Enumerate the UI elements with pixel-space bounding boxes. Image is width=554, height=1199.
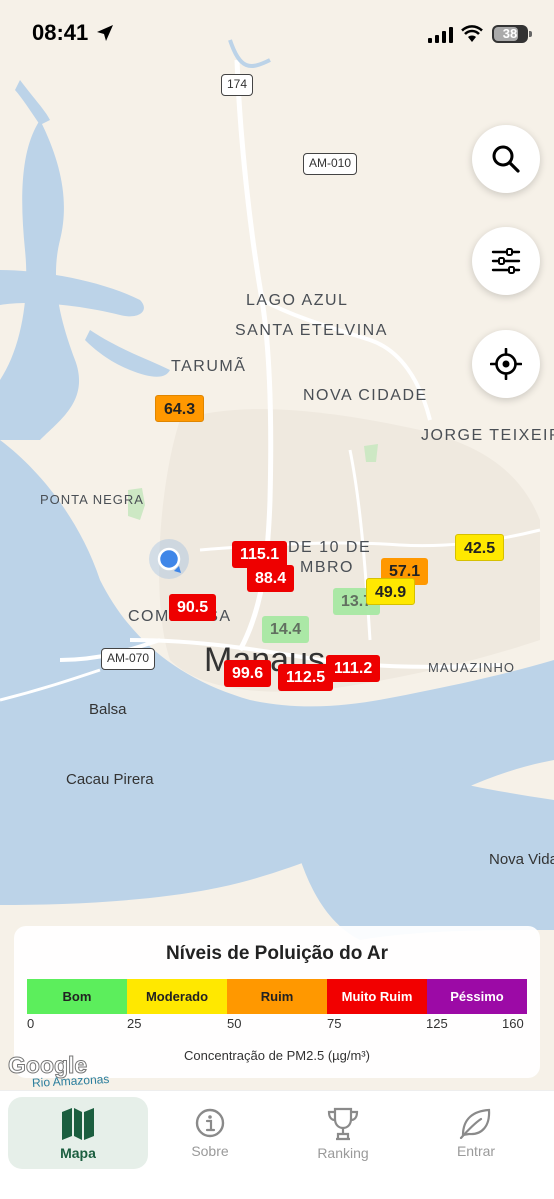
status-time: 08:41 — [32, 20, 89, 45]
area-label-lago-azul: LAGO AZUL — [246, 292, 349, 309]
my-location-icon — [490, 348, 522, 380]
aqi-marker[interactable]: 112.5 — [278, 664, 334, 691]
battery-level: 38 — [502, 26, 518, 41]
legend-title: Níveis de Poluição do Ar — [165, 943, 389, 964]
tab-label: Mapa — [60, 1145, 96, 1161]
area-label-10-de-novembro-line2: MBRO — [300, 559, 354, 576]
aqi-marker[interactable]: 14.4 — [262, 616, 310, 643]
tab-label: Entrar — [456, 1143, 496, 1159]
leaf-icon — [459, 1108, 491, 1139]
my-location-button[interactable] — [472, 330, 540, 398]
user-location-dot[interactable] — [148, 538, 190, 580]
tab-label: Sobre — [191, 1143, 229, 1159]
info-icon — [195, 1108, 225, 1138]
legend-tick: 50 — [227, 1016, 242, 1031]
wifi-icon — [461, 25, 483, 42]
place-label-nova-vida: Nova Vida — [489, 851, 554, 868]
area-label-taruma: TARUMÃ — [171, 358, 247, 375]
aqi-marker[interactable]: 88.4 — [247, 565, 295, 592]
tab-label: Ranking — [317, 1145, 369, 1161]
search-icon — [492, 145, 520, 173]
road-shield-am010: AM-010 — [303, 153, 358, 175]
place-label-balsa: Balsa — [89, 701, 127, 718]
area-label-10-de-novembro-line1: DE 10 DE — [288, 539, 372, 556]
area-label-santa-etelvina: SANTA ETELVINA — [235, 322, 388, 339]
battery-nub — [529, 31, 532, 37]
filter-sliders-icon — [491, 248, 521, 274]
search-button[interactable] — [472, 125, 540, 193]
legend-unit-note: Concentração de PM2.5 (µg/m³) — [184, 1048, 370, 1063]
aqi-marker[interactable]: 111.2 — [326, 655, 381, 682]
area-label-ponta-negra: PONTA NEGRA — [40, 492, 144, 507]
legend-level-muito-ruim: Muito Ruim — [327, 979, 427, 1014]
road-shield-174: 174 — [221, 74, 254, 96]
battery-indicator: 38 — [492, 25, 528, 43]
legend-scale: Bom Moderado Ruim Muito Ruim Péssimo — [27, 979, 527, 1014]
area-label-nova-cidade: NOVA CIDADE — [303, 387, 428, 404]
map-icon — [62, 1108, 94, 1140]
pollution-legend: Níveis de Poluição do Ar Bom Moderado Ru… — [14, 926, 540, 1078]
legend-level-moderado: Moderado — [127, 979, 227, 1014]
tab-entrar[interactable]: Entrar — [406, 1097, 546, 1169]
area-label-jorge-teixeira: JORGE TEIXEIRA — [421, 427, 554, 444]
tab-ranking[interactable]: Ranking — [273, 1097, 413, 1169]
road-shield-am070: AM-070 — [101, 648, 156, 670]
aqi-marker[interactable]: 49.9 — [366, 578, 416, 605]
legend-tick: 0 — [27, 1016, 35, 1031]
tab-sobre[interactable]: Sobre — [140, 1097, 280, 1169]
legend-tick: 25 — [127, 1016, 142, 1031]
legend-level-ruim: Ruim — [227, 979, 327, 1014]
aqi-marker-taruma[interactable]: 64.3 — [155, 395, 205, 422]
legend-tick: 160 — [502, 1016, 524, 1031]
cellular-signal-icon — [428, 27, 453, 43]
filter-button[interactable] — [472, 227, 540, 295]
status-bar: 08:41 38 — [0, 0, 554, 70]
bottom-tab-bar: Mapa Sobre Ranking Entrar — [0, 1090, 554, 1199]
aqi-marker[interactable]: 42.5 — [455, 534, 505, 561]
location-arrow-icon — [97, 25, 113, 41]
place-label-cacau-pirera: Cacau Pirera — [66, 771, 154, 788]
aqi-marker[interactable]: 115.1 — [232, 541, 288, 568]
aqi-marker[interactable]: 99.6 — [224, 660, 272, 687]
aqi-marker[interactable]: 90.5 — [169, 594, 217, 621]
legend-level-bom: Bom — [27, 979, 127, 1014]
area-label-mauazinho: MAUAZINHO — [428, 660, 515, 675]
trophy-icon — [327, 1107, 359, 1141]
legend-tick: 75 — [327, 1016, 342, 1031]
legend-level-pessimo: Péssimo — [427, 979, 527, 1014]
legend-tick: 125 — [426, 1016, 448, 1031]
tab-mapa[interactable]: Mapa — [8, 1097, 148, 1169]
